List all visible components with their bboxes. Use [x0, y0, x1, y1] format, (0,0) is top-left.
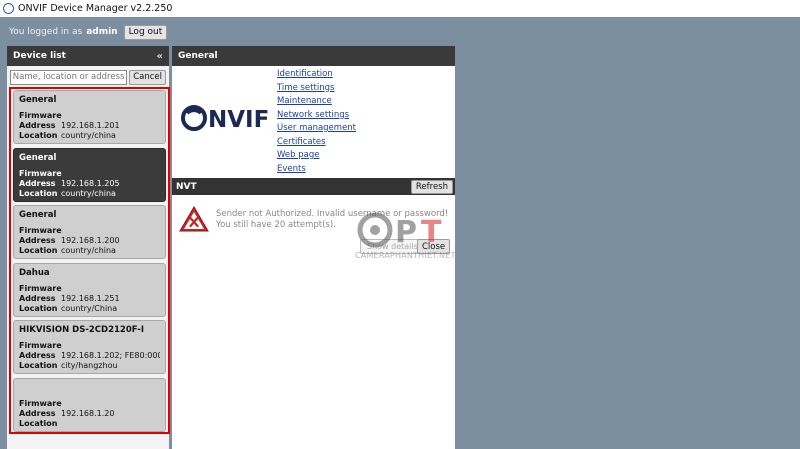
window-titlebar: ONVIF Device Manager v2.2.250 — [0, 0, 800, 17]
location-label: Location — [19, 361, 58, 370]
device-name: General — [19, 152, 57, 163]
menu-link-certificates[interactable]: Certificates — [277, 136, 356, 150]
device-location: country/china — [61, 131, 116, 140]
window-title: ONVIF Device Manager v2.2.250 — [18, 3, 173, 14]
device-card[interactable]: General Firmware Address 192.168.1.201 Locat… — [13, 90, 166, 144]
device-location-row: Location country/china — [19, 189, 160, 199]
address-label: Address — [19, 408, 56, 418]
device-name: Dahua — [19, 267, 50, 278]
device-address: 192.168.1.201 — [61, 121, 120, 130]
location-label: Location — [19, 131, 58, 140]
logout-button[interactable]: Log out — [123, 24, 168, 40]
nvt-label: NVT — [176, 181, 197, 192]
close-button[interactable]: Close — [417, 239, 451, 254]
device-address: 192.168.1.205 — [61, 178, 120, 188]
nvt-bar: NVT Refresh — [172, 178, 455, 195]
device-address-row: Address 192.168.1.202; FE80:0000:0000 — [19, 351, 160, 361]
device-firmware-row: Firmware — [19, 169, 160, 179]
firmware-label: Firmware — [19, 168, 62, 178]
firmware-label: Firmware — [19, 111, 62, 120]
collapse-double-chevron-icon[interactable]: « — [157, 51, 163, 62]
menu-link-web-page[interactable]: Web page — [277, 149, 356, 163]
device-name: HIKVISION DS-2CD2120F-I — [19, 325, 144, 335]
device-name: General — [19, 210, 57, 220]
address-label: Address — [19, 293, 56, 303]
address-label: Address — [19, 178, 56, 188]
device-address-row: Address 192.168.1.200 — [19, 236, 160, 246]
location-label: Location — [19, 188, 58, 198]
device-list-panel: Device list « Cancel GeneralFirmwareAddr… — [7, 46, 170, 449]
search-row: Cancel — [7, 66, 169, 88]
device-card[interactable]: General Firmware Address 192.168.1.205 Locat… — [13, 147, 166, 202]
device-card[interactable]: HIKVISION DS-2CD2120F-I Firmware Address 19… — [13, 320, 166, 374]
device-name — [19, 383, 160, 397]
firmware-label: Firmware — [19, 226, 62, 235]
device-location-row: Location city/hangzhou — [19, 361, 160, 371]
refresh-button[interactable]: Refresh — [410, 179, 453, 194]
device-location: country/China — [61, 303, 118, 313]
device-firmware-row: Firmware — [19, 111, 160, 121]
device-name: General — [19, 95, 57, 105]
menu-link-time-settings[interactable]: Time settings — [277, 82, 356, 96]
device-location-row: Location — [19, 419, 160, 429]
location-label: Location — [19, 246, 58, 255]
address-label: Address — [19, 121, 56, 130]
address-label: Address — [19, 236, 56, 245]
device-location: city/hangzhou — [61, 361, 118, 370]
device-location-row: Location country/China — [19, 304, 160, 314]
device-address-row: Address 192.168.1.201 — [19, 121, 160, 131]
device-card[interactable]: Dahua Firmware Address 192.168.1.251 Locatio… — [13, 262, 166, 317]
login-user: admin — [86, 27, 118, 37]
menu-link-maintenance[interactable]: Maintenance — [277, 95, 356, 109]
detail-header: General — [172, 46, 455, 66]
app-icon — [3, 3, 14, 14]
login-prefix: You logged in as — [9, 27, 83, 37]
menu-link-identification[interactable]: Identification — [277, 68, 356, 82]
device-address: 192.168.1.200 — [61, 236, 120, 245]
menu-link-network-settings[interactable]: Network settings — [277, 109, 356, 123]
device-list: General Firmware Address 192.168.1.201 Locat… — [9, 87, 170, 434]
device-detail-panel: General NVIF Identification Time settings… — [172, 46, 455, 449]
firmware-label: Firmware — [19, 398, 62, 408]
onvif-logo-text: NVIF — [208, 107, 268, 133]
device-firmware-row: Firmware — [19, 399, 160, 409]
device-location-row: Location country/china — [19, 246, 160, 256]
search-cancel-button[interactable]: Cancel — [129, 69, 166, 85]
firmware-label: Firmware — [19, 283, 62, 293]
device-address-row: Address 192.168.1.251 — [19, 294, 160, 304]
show-details-button[interactable]: Show details — [360, 239, 425, 254]
device-location: country/china — [61, 246, 116, 255]
login-bar: You logged in as admin Log out — [0, 17, 800, 47]
menu-link-events[interactable]: Events — [277, 163, 356, 177]
device-address: 192.168.1.20 — [61, 408, 115, 418]
auth-error-message: Sender not Authorized. Invalid username … — [216, 209, 449, 230]
device-list-header: Device list « — [7, 46, 169, 66]
address-label: Address — [19, 351, 56, 360]
onvif-logo: NVIF — [178, 98, 269, 138]
device-list-title: Device list — [13, 51, 66, 61]
onvif-logo-icon: NVIF — [181, 105, 269, 133]
device-address: 192.168.1.202; FE80:0000:0000 — [61, 351, 160, 360]
device-firmware-row: Firmware — [19, 341, 160, 351]
menu-link-user-management[interactable]: User management — [277, 122, 356, 136]
location-label: Location — [19, 303, 58, 313]
device-firmware-row: Firmware — [19, 226, 160, 236]
device-address-row: Address 192.168.1.20 — [19, 409, 160, 419]
device-card[interactable]: Firmware Address 192.168.1.20 Location — [13, 377, 166, 432]
firmware-label: Firmware — [19, 341, 62, 350]
device-card[interactable]: General Firmware Address 192.168.1.200 Locat… — [13, 205, 166, 259]
device-search-input[interactable] — [10, 69, 128, 85]
location-label: Location — [19, 418, 58, 428]
device-location-row: Location country/china — [19, 131, 160, 141]
device-menu-links: Identification Time settings Maintenance Ne… — [277, 68, 356, 176]
device-firmware-row: Firmware — [19, 284, 160, 294]
device-address: 192.168.1.251 — [61, 293, 120, 303]
device-address-row: Address 192.168.1.205 — [19, 179, 160, 189]
device-location: country/china — [61, 188, 116, 198]
warning-icon — [179, 206, 209, 232]
